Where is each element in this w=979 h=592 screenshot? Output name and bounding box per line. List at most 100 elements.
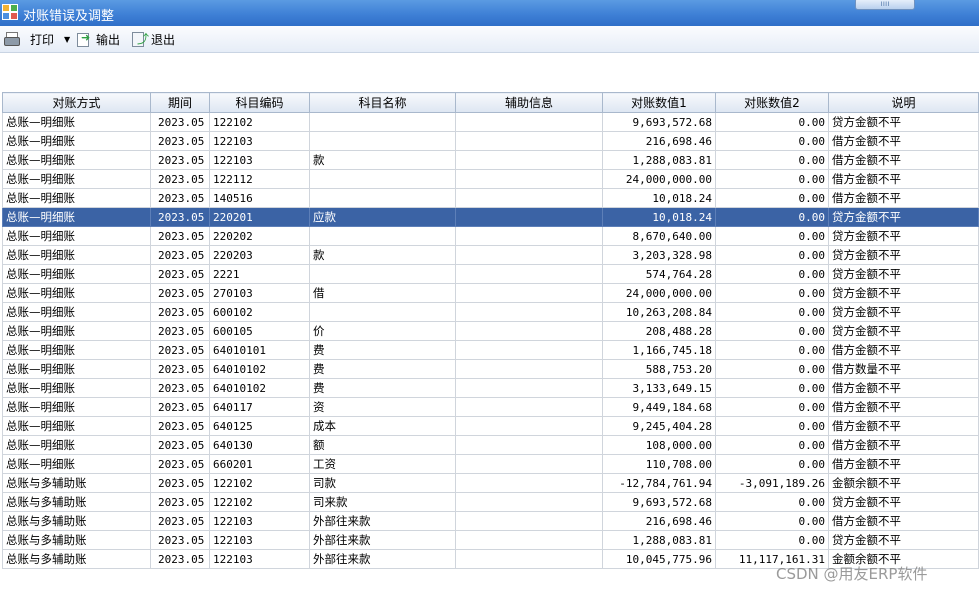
export-button[interactable]: 输出 — [76, 30, 120, 48]
table-row[interactable]: 总账—明细账 2023.05 122102 9,693,572.68 0.00 贷方金额不… — [2, 112, 979, 132]
table-row[interactable]: 总账—明细账 2023.05 270103 借 24,000,000.00 0.00 贷方金… — [2, 283, 979, 303]
account-name-text: 额 — [313, 438, 325, 452]
table-cell: 总账与多辅助账 — [2, 511, 151, 531]
table-row[interactable]: 总账—明细账 2023.05 220202 8,670,640.00 0.00 贷方金额不… — [2, 226, 979, 246]
table-cell: 1,288,083.81 — [602, 150, 716, 170]
table-row[interactable]: 总账—明细账 2023.05 64010101 费 1,166,745.18 0.00 借方… — [2, 340, 979, 360]
column-header[interactable]: 辅助信息 — [455, 92, 603, 113]
column-header[interactable]: 科目编码 — [209, 92, 310, 113]
table-cell: 1,288,083.81 — [602, 530, 716, 550]
table-cell: 总账—明细账 — [2, 283, 151, 303]
table-cell: 借方金额不平 — [828, 511, 979, 531]
table-cell: 24,000,000.00 — [602, 283, 716, 303]
table-row[interactable]: 总账—明细账 2023.05 122103 216,698.46 0.00 借方金额不平 — [2, 131, 979, 151]
table-cell: 借方金额不平 — [828, 378, 979, 398]
table-cell — [309, 264, 456, 284]
table-row[interactable]: 总账—明细账 2023.05 640125 成本 9,245,404.28 0.00 借方金… — [2, 416, 979, 436]
table-cell: 110,708.00 — [602, 454, 716, 474]
table-cell: 2023.05 — [150, 473, 210, 493]
table-cell: 8,670,640.00 — [602, 226, 716, 246]
table-cell — [309, 302, 456, 322]
table-cell: 122102 — [209, 473, 310, 493]
table-cell: -12,784,761.94 — [602, 473, 716, 493]
table-cell: 金额余额不平 — [828, 473, 979, 493]
table-row[interactable]: 总账—明细账 2023.05 660201 工资 110,708.00 0.00 借方金额不… — [2, 454, 979, 474]
column-header[interactable]: 对账方式 — [2, 92, 151, 113]
table-cell: 9,245,404.28 — [602, 416, 716, 436]
table-row[interactable]: 总账—明细账 2023.05 640130 额 108,000.00 0.00 借方金额不平 — [2, 435, 979, 455]
table-row[interactable]: 总账—明细账 2023.05 140516 10,018.24 0.00 借方金额不平 — [2, 188, 979, 208]
table-cell: 总账与多辅助账 — [2, 549, 151, 569]
column-header[interactable]: 科目名称 — [309, 92, 456, 113]
table-cell — [309, 188, 456, 208]
table-row[interactable]: 总账—明细账 2023.05 64010102 费 3,133,649.15 0.00 借方… — [2, 378, 979, 398]
header-row: 对账方式 期间 科目编码 科目名称 辅助信息 对账数值1 对账数值2 说明 — [2, 92, 979, 113]
table-row[interactable]: 总账—明细账 2023.05 64010102 费 588,753.20 0.00 借方数量… — [2, 359, 979, 379]
table-cell: 资 — [309, 397, 456, 417]
table-cell: 借方金额不平 — [828, 169, 979, 189]
table-row[interactable]: 总账—明细账 2023.05 122112 24,000,000.00 0.00 借方金额… — [2, 169, 979, 189]
table-cell: 2023.05 — [150, 207, 210, 227]
table-row[interactable]: 总账与多辅助账 2023.05 122102 司来款 9,693,572.68 0.00 贷… — [2, 492, 979, 512]
table-cell: 600102 — [209, 302, 310, 322]
dropdown-arrow-icon[interactable]: ▼ — [64, 35, 70, 44]
table-cell: 总账—明细账 — [2, 340, 151, 360]
table-cell: 208,488.28 — [602, 321, 716, 341]
table-cell: 总账—明细账 — [2, 264, 151, 284]
table-cell: 费 — [309, 340, 456, 360]
table-cell: 10,018.24 — [602, 188, 716, 208]
table-cell: 贷方金额不平 — [828, 492, 979, 512]
column-header[interactable]: 对账数值1 — [602, 92, 716, 113]
exit-button[interactable]: 退出 — [131, 30, 175, 48]
table-cell: 574,764.28 — [602, 264, 716, 284]
column-header[interactable]: 对账数值2 — [715, 92, 829, 113]
app-icon — [2, 4, 18, 20]
table-cell — [455, 530, 603, 550]
table-cell: 2023.05 — [150, 511, 210, 531]
table-cell: 0.00 — [715, 207, 829, 227]
table-row[interactable]: 总账—明细账 2023.05 640117 资 9,449,184.68 0.00 借方金额… — [2, 397, 979, 417]
table-row[interactable]: 总账与多辅助账 2023.05 122103 外部往来款 1,288,083.81 0.0… — [2, 530, 979, 550]
table-cell: 借方数量不平 — [828, 359, 979, 379]
table-row[interactable]: 总账—明细账 2023.05 220201 应款 10,018.24 0.00 贷方金额不平 — [2, 207, 979, 227]
table-cell: 122103 — [209, 549, 310, 569]
table-cell: 660201 — [209, 454, 310, 474]
table-cell: 工资 — [309, 454, 456, 474]
column-header[interactable]: 说明 — [828, 92, 979, 113]
account-name-text: 司来款 — [313, 495, 348, 509]
table-cell: 借方金额不平 — [828, 340, 979, 360]
table-row[interactable]: 总账—明细账 2023.05 220203 款 3,203,328.98 0.00 贷方金额… — [2, 245, 979, 265]
table-cell: 总账与多辅助账 — [2, 530, 151, 550]
table-row[interactable]: 总账—明细账 2023.05 122103 款 1,288,083.81 0.00 借方金额… — [2, 150, 979, 170]
table-cell: 0.00 — [715, 131, 829, 151]
account-name-text: 资 — [313, 400, 325, 414]
table-row[interactable]: 总账与多辅助账 2023.05 122102 司款 -12,784,761.94 -3,0… — [2, 473, 979, 493]
account-name-text: 费 — [313, 362, 325, 376]
table-row[interactable]: 总账与多辅助账 2023.05 122103 外部往来款 216,698.46 0.00 借… — [2, 511, 979, 531]
table-cell: 0.00 — [715, 169, 829, 189]
table-cell: 总账—明细账 — [2, 245, 151, 265]
table-cell: 0.00 — [715, 378, 829, 398]
table-row[interactable]: 总账—明细账 2023.05 2221 574,764.28 0.00 贷方金额不平 — [2, 264, 979, 284]
table-cell: 总账与多辅助账 — [2, 473, 151, 493]
table-cell: 2023.05 — [150, 416, 210, 436]
table-row[interactable]: 总账—明细账 2023.05 600105 价 208,488.28 0.00 贷方金额不平 — [2, 321, 979, 341]
table-cell — [455, 321, 603, 341]
table-row[interactable]: 总账—明细账 2023.05 600102 10,263,208.84 0.00 贷方金额… — [2, 302, 979, 322]
title-bar: 对账错误及调整 ıııı — [0, 0, 979, 26]
window-control-button[interactable]: ıııı — [855, 0, 915, 10]
table-cell: 总账—明细账 — [2, 169, 151, 189]
table-cell — [455, 112, 603, 132]
account-name-text: 司款 — [313, 476, 336, 490]
table-cell: 0.00 — [715, 283, 829, 303]
reconciliation-grid[interactable]: 对账方式 期间 科目编码 科目名称 辅助信息 对账数值1 对账数值2 说明 总账… — [2, 92, 979, 592]
exit-label: 退出 — [151, 32, 176, 47]
print-button[interactable]: 打印 ▼ — [4, 30, 70, 48]
table-cell: 总账—明细账 — [2, 359, 151, 379]
column-header[interactable]: 期间 — [150, 92, 210, 113]
table-cell: 0.00 — [715, 454, 829, 474]
table-cell — [455, 397, 603, 417]
table-cell: 外部往来款 — [309, 511, 456, 531]
table-cell: 借方金额不平 — [828, 150, 979, 170]
table-cell: 2023.05 — [150, 340, 210, 360]
